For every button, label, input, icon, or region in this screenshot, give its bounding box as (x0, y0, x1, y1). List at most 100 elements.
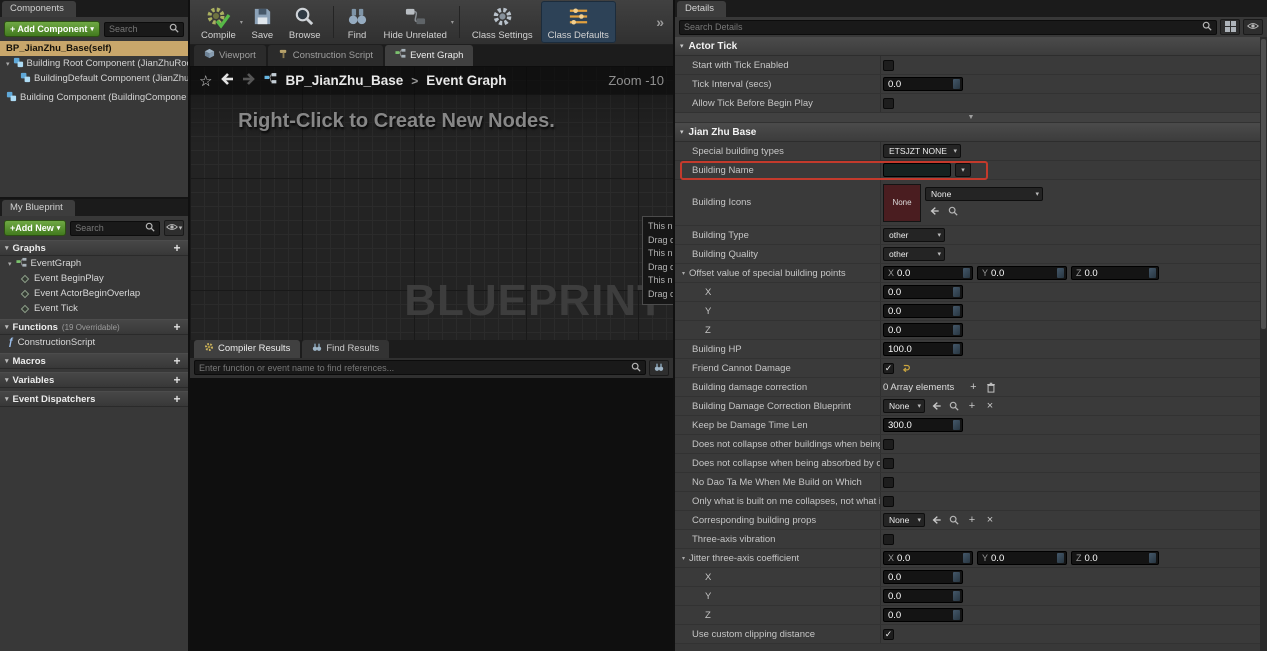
spinner-icon[interactable] (953, 610, 960, 620)
graph-canvas[interactable]: ☆ BP_JianZhu_Base > Event Graph Zoom -10… (190, 66, 673, 340)
use-selected-asset-button[interactable] (927, 204, 941, 218)
expander-icon[interactable]: ▾ (682, 270, 685, 277)
spinner-icon[interactable] (963, 268, 970, 278)
number-input[interactable]: 0.0 (883, 285, 963, 299)
breadcrumb-current[interactable]: Event Graph (426, 73, 506, 88)
number-input-y[interactable]: Y 0.0 (977, 266, 1067, 280)
number-input[interactable]: 0.0 (883, 589, 963, 603)
number-input[interactable]: 0.0 (883, 608, 963, 622)
dropdown[interactable]: None ▾ (883, 399, 925, 413)
toolbar-hide-unrelated-button[interactable]: Hide Unrelated ▾ (377, 1, 454, 43)
spinner-icon[interactable] (1057, 268, 1064, 278)
blueprint-item-constructionscript[interactable]: ƒ ConstructionScript (0, 335, 188, 350)
checkbox[interactable] (883, 476, 894, 488)
section-event-dispatchers[interactable]: ▾ Event Dispatchers + (0, 391, 188, 407)
dropdown[interactable]: ETSJZT NONE ▾ (883, 144, 961, 158)
dropdown[interactable]: None ▾ (925, 187, 1043, 201)
building-name-input[interactable] (883, 163, 951, 177)
spinner-icon[interactable] (953, 420, 960, 430)
spinner-icon[interactable] (1149, 268, 1156, 278)
add-component-button[interactable]: + Add Component ▾ (4, 21, 100, 37)
bookmark-star-icon[interactable]: ☆ (199, 72, 212, 90)
component-row-buildingdefault-component-jianzhu[interactable]: BuildingDefault Component (JianZhu (0, 71, 188, 86)
spinner-icon[interactable] (953, 79, 960, 89)
checkbox[interactable] (883, 495, 894, 507)
clear-array-button[interactable] (984, 380, 998, 394)
dropdown[interactable]: None ▾ (883, 513, 925, 527)
components-searchbox[interactable] (103, 21, 184, 37)
tab-details[interactable]: Details (677, 1, 727, 17)
toolbar-browse-button[interactable]: Browse (282, 1, 328, 43)
section-header-actor-tick[interactable]: ▾ Actor Tick (675, 37, 1267, 56)
tab-construction-script[interactable]: Construction Script (267, 45, 384, 66)
toolbar-class-defaults-button[interactable]: Class Defaults (540, 1, 616, 43)
spinner-icon[interactable] (1057, 553, 1064, 563)
toolbar-save-button[interactable]: Save (244, 1, 281, 43)
tab-viewport[interactable]: Viewport (194, 45, 266, 66)
my-blueprint-searchbox[interactable] (70, 220, 160, 236)
use-selected-asset-button[interactable] (929, 513, 943, 527)
tab-my-blueprint[interactable]: My Blueprint (2, 200, 75, 216)
asset-thumbnail[interactable]: None (883, 183, 921, 222)
scrollbar-thumb[interactable] (1261, 39, 1266, 329)
section-header-jian-zhu-base[interactable]: ▾ Jian Zhu Base (675, 123, 1267, 142)
tab-event-graph[interactable]: Event Graph (385, 45, 474, 66)
add-array-element-button[interactable]: + (966, 380, 980, 394)
number-input-x[interactable]: X 0.0 (883, 266, 973, 280)
number-input-x[interactable]: X 0.0 (883, 551, 973, 565)
section-macros[interactable]: ▾ Macros + (0, 353, 188, 369)
results-searchbox[interactable] (194, 360, 646, 375)
section-graphs[interactable]: ▾ Graphs + (0, 240, 188, 256)
chevron-down-icon[interactable]: ▾ (240, 19, 243, 26)
dropdown[interactable]: other ▾ (883, 228, 945, 242)
use-selected-asset-button[interactable] (929, 399, 943, 413)
blueprint-item-event-beginplay[interactable]: Event BeginPlay (0, 271, 188, 286)
section-functions[interactable]: ▾ Functions (19 Overridable) + (0, 319, 188, 335)
number-input[interactable]: 300.0 (883, 418, 963, 432)
find-in-blueprints-button[interactable] (649, 359, 669, 376)
forward-arrow-icon[interactable] (242, 72, 256, 90)
add-functions-button[interactable]: + (171, 321, 183, 333)
browse-asset-button[interactable] (946, 204, 960, 218)
blueprint-item-event-tick[interactable]: Event Tick (0, 301, 188, 316)
add-graphs-button[interactable]: + (171, 242, 183, 254)
number-input-y[interactable]: Y 0.0 (977, 551, 1067, 565)
add-event-dispatchers-button[interactable]: + (171, 393, 183, 405)
expander-icon[interactable]: ▾ (682, 555, 685, 562)
add-button[interactable]: + (965, 399, 979, 413)
toolbar-overflow-button[interactable]: » (651, 14, 669, 30)
browse-asset-button[interactable] (947, 399, 961, 413)
tab-compiler-results[interactable]: Compiler Results (194, 339, 301, 358)
checkbox[interactable] (883, 533, 894, 545)
number-input[interactable]: 0.0 (883, 304, 963, 318)
component-row-bp-jianzhu-base-self[interactable]: BP_JianZhu_Base(self) (0, 41, 188, 56)
building-name-dropdown[interactable]: ▾ (955, 163, 971, 177)
view-options-button[interactable]: ▾ (164, 220, 184, 236)
checkbox[interactable] (883, 438, 894, 450)
details-search-input[interactable] (684, 22, 1199, 32)
number-input-z[interactable]: Z 0.0 (1071, 266, 1159, 280)
blueprint-item-event-actorbeginoverlap[interactable]: Event ActorBeginOverlap (0, 286, 188, 301)
chevron-down-icon[interactable]: ▾ (451, 19, 454, 26)
add-macros-button[interactable]: + (171, 355, 183, 367)
spinner-icon[interactable] (1149, 553, 1156, 563)
property-matrix-button[interactable] (1220, 19, 1240, 35)
dropdown[interactable]: other ▾ (883, 247, 945, 261)
add-new-button[interactable]: +Add New ▾ (4, 220, 67, 236)
components-search-input[interactable] (108, 24, 166, 34)
checkbox[interactable]: ✓ (883, 628, 894, 640)
details-expander[interactable]: ▼ (675, 113, 1267, 123)
details-scrollbar[interactable] (1260, 37, 1267, 651)
toolbar-find-button[interactable]: Find (339, 1, 376, 43)
add-variables-button[interactable]: + (171, 374, 183, 386)
number-input[interactable]: 0.0 (883, 570, 963, 584)
clear-button[interactable]: × (983, 399, 997, 413)
tab-find-results[interactable]: Find Results (302, 339, 390, 358)
spinner-icon[interactable] (963, 553, 970, 563)
checkbox[interactable]: ✓ (883, 362, 894, 374)
back-arrow-icon[interactable] (220, 72, 234, 90)
spinner-icon[interactable] (953, 306, 960, 316)
spinner-icon[interactable] (953, 591, 960, 601)
number-input[interactable]: 100.0 (883, 342, 963, 356)
expander-icon[interactable]: ▾ (8, 260, 12, 268)
